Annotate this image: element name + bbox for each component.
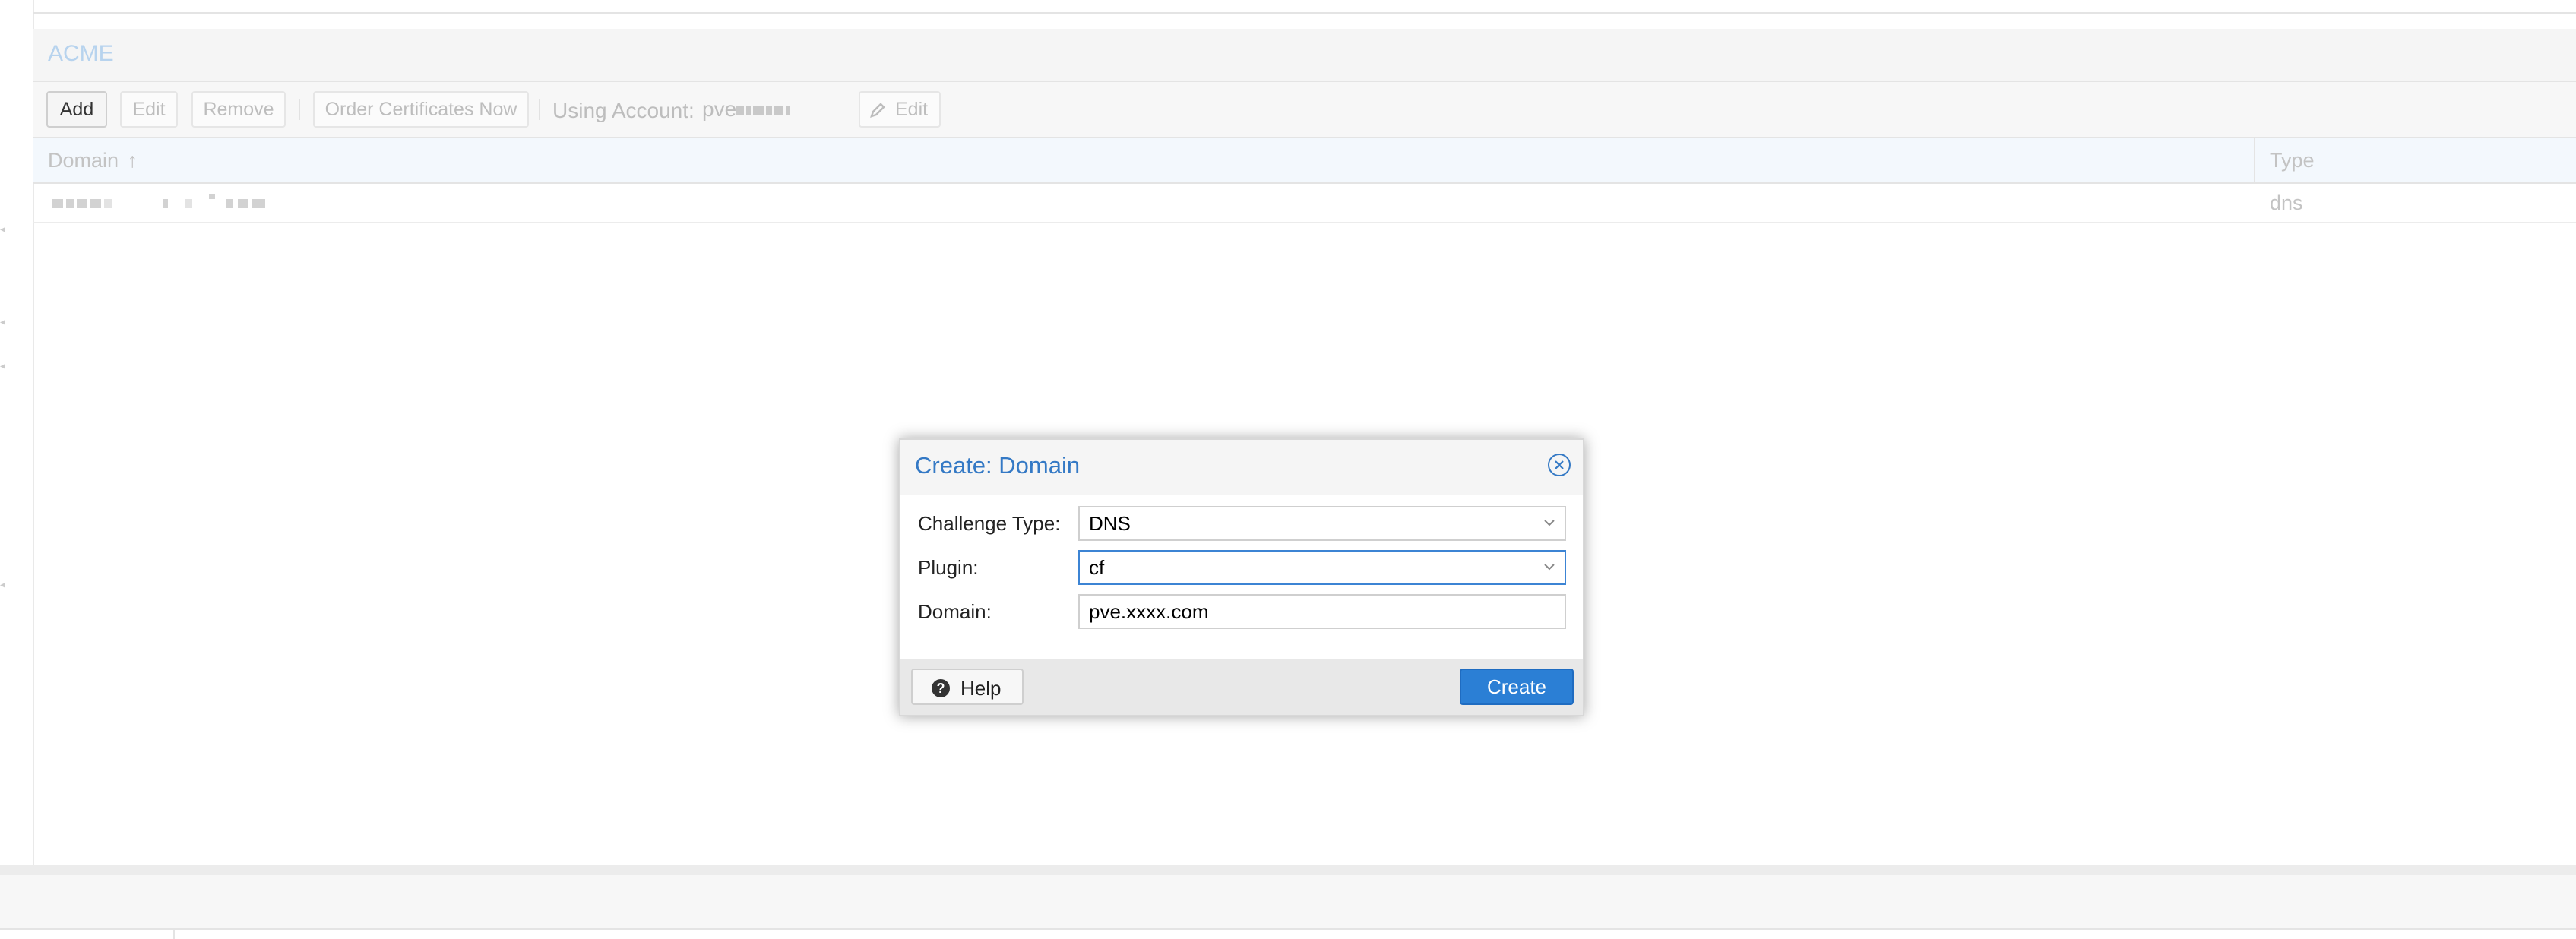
blurred-domain [104,199,112,208]
challenge-type-label: Challenge Type: [918,512,1061,535]
cutoff-row [33,0,2576,14]
blurred-domain [90,199,101,208]
plugin-select[interactable]: cf [1078,550,1566,585]
column-header-domain-label: Domain [48,149,119,172]
blurred-domain [209,194,215,199]
domain-input[interactable]: pve.xxxx.com [1078,594,1566,629]
dialog-header: Create: Domain [900,440,1583,495]
blurred-domain [163,199,168,208]
toolbar-separator [299,99,300,120]
using-account-label: Using Account: [552,99,695,122]
sort-up-icon: ↑ [127,149,138,172]
collapsed-arrow-icon: ◂ [0,315,6,327]
chevron-down-icon[interactable] [1543,561,1555,573]
help-icon: ? [932,679,950,697]
blurred-pixels [753,106,764,115]
column-header-domain[interactable]: Domain ↑ [48,149,138,172]
table-row[interactable]: dns [33,184,2576,223]
account-edit-label: Edit [895,99,929,120]
left-sidebar-strip: ◂ ◂ ◂ ◂ [0,0,34,866]
dialog-title: Create: Domain [915,452,1081,479]
blurred-domain [52,199,63,208]
log-panel [0,875,2576,930]
acme-panel-header: ACME [33,29,2576,82]
create-domain-dialog: Create: Domain Challenge Type: DNS Plugi… [899,438,1584,716]
dialog-footer: ? Help Create [900,659,1583,715]
account-edit-button[interactable]: Edit [859,91,941,128]
remove-button[interactable]: Remove [191,91,286,128]
collapsed-arrow-icon: ◂ [0,578,6,590]
help-label: Help [960,677,1002,700]
blurred-pixels [746,106,752,115]
close-button[interactable] [1548,454,1571,476]
dialog-body: Challenge Type: DNS Plugin: cf Domain: p… [900,495,1583,659]
page: ◂ ◂ ◂ ◂ ACME Add Edit Remove Order Certi… [0,0,2576,939]
row-type: dns [2270,191,2303,214]
column-header-type[interactable]: Type [2270,149,2315,172]
toolbar: Add Edit Remove Order Certificates Now U… [33,82,2576,138]
add-button[interactable]: Add [46,91,107,128]
pencil-icon [870,103,885,118]
order-certificates-button[interactable]: Order Certificates Now [313,91,529,128]
blurred-domain [238,199,248,208]
column-separator[interactable] [2254,138,2255,182]
account-value: pve [702,97,793,122]
chevron-down-icon[interactable] [1543,517,1555,529]
blurred-pixels [766,106,773,115]
help-button[interactable]: ? Help [911,669,1024,705]
challenge-type-select[interactable]: DNS [1078,506,1566,541]
blurred-domain [226,199,233,208]
grid-header: Domain ↑ Type [33,138,2576,184]
blurred-pixels [774,106,784,115]
splitter[interactable] [0,865,2576,875]
account-value-text: pve [702,97,737,121]
collapsed-arrow-icon: ◂ [0,223,6,235]
create-button[interactable]: Create [1460,669,1574,705]
blurred-domain [77,199,87,208]
plugin-value: cf [1089,556,1105,579]
toolbar-separator [539,99,540,120]
edit-button[interactable]: Edit [120,91,178,128]
plugin-label: Plugin: [918,556,979,579]
collapsed-arrow-icon: ◂ [0,359,6,371]
panel-title: ACME [48,41,114,66]
blurred-domain [66,199,74,208]
close-icon [1555,460,1564,470]
log-column-separator [173,928,175,939]
challenge-type-value: DNS [1089,512,1131,535]
domain-label: Domain: [918,600,992,623]
blurred-domain [252,199,265,208]
blurred-domain [185,199,192,208]
blurred-pixels [786,106,791,115]
blurred-pixels [736,106,745,115]
